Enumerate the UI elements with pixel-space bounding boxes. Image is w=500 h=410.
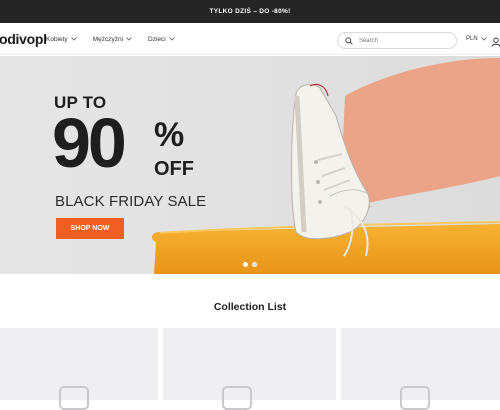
nav-item-label: Mężczyźni [92,35,124,43]
search-icon [345,36,353,45]
nav-item-mezczyzni[interactable]: Mężczyźni [93,36,132,43]
announcement-text: TYLKO DZIŚ – DO -80%! [209,8,291,15]
user-icon [491,37,500,47]
nav-item-dzieci[interactable]: Dzieci [148,36,175,43]
hero-discount-number: 90 [52,104,127,182]
slider-dot-2[interactable] [252,262,257,267]
account-button[interactable] [491,34,500,52]
image-placeholder-icon [59,386,89,410]
collection-card-2[interactable] [163,328,336,410]
chevron-down-icon [168,37,175,41]
image-placeholder-icon [400,386,430,410]
announcement-bar: TYLKO DZIŚ – DO -80%! [0,0,500,23]
collection-list-title: Collection List [213,301,287,313]
slider-dots [243,262,261,267]
hero-banner: UP TO 90 % OFF BLACK FRIDAY SALE SHOP NO… [0,56,500,274]
slider-dot-1[interactable] [243,262,248,267]
collection-card-3[interactable] [341,328,500,410]
nav-item-label: Kobiety [46,35,68,43]
logo[interactable]: odivopl [0,31,47,47]
site-header: odivopl Kobiety Mężczyźni Dzieci PLN [0,23,500,55]
chevron-down-icon [70,37,77,41]
hero-percent-sign: % [154,116,185,154]
shop-now-button[interactable]: SHOP NOW [56,218,124,239]
hero-off-text: OFF [154,158,194,180]
search-input[interactable] [359,37,449,44]
search-box[interactable] [337,32,457,49]
nav-item-kobiety[interactable]: Kobiety [46,36,77,43]
chevron-down-icon [480,37,487,41]
hero-subtitle: BLACK FRIDAY SALE [55,193,207,210]
currency-selector[interactable]: PLN [466,36,487,42]
chevron-down-icon [126,37,132,41]
main-nav: Kobiety Mężczyźni Dzieci [46,23,191,55]
collection-card-1[interactable] [0,328,158,410]
nav-item-label: Dzieci [148,35,166,43]
currency-label: PLN [466,36,478,42]
image-placeholder-icon [222,386,252,410]
